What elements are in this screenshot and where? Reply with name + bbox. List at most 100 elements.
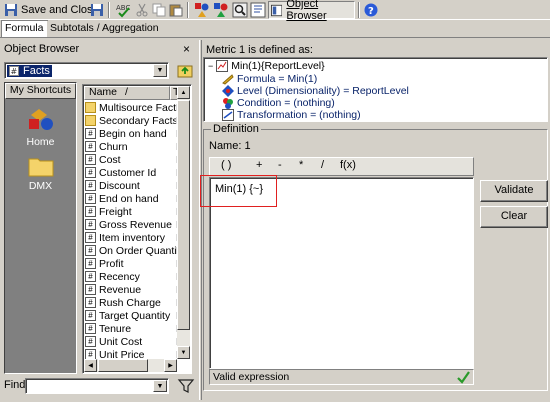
fact-icon: # bbox=[85, 180, 96, 191]
tree-level[interactable]: Level (Dimensionality) = ReportLevel bbox=[222, 85, 409, 97]
divide-button[interactable]: / bbox=[321, 159, 324, 171]
panel-splitter[interactable] bbox=[199, 40, 202, 400]
spell-check-button[interactable]: ABC bbox=[114, 1, 134, 19]
fact-icon: # bbox=[85, 258, 96, 269]
hscroll-thumb[interactable] bbox=[98, 359, 148, 372]
shortcuts-header[interactable]: My Shortcuts bbox=[5, 83, 76, 99]
up-folder-button[interactable] bbox=[177, 62, 194, 79]
tab-formula[interactable]: Formula bbox=[1, 20, 48, 38]
list-item-name: Cost bbox=[99, 153, 121, 166]
fact-icon: # bbox=[85, 271, 96, 282]
list-item[interactable]: Multisource FactsF bbox=[85, 101, 180, 114]
cut-icon bbox=[136, 3, 148, 17]
shortcut-home[interactable]: Home bbox=[5, 105, 76, 148]
properties-button[interactable] bbox=[248, 1, 268, 19]
shortcuts-bar: My Shortcuts Home DMX bbox=[4, 82, 77, 374]
list-item-name: Recency bbox=[99, 270, 140, 283]
list-item[interactable]: #Rush ChargeF bbox=[85, 296, 180, 309]
filter-button[interactable] bbox=[177, 377, 195, 395]
list-item-name: Multisource Facts bbox=[99, 101, 176, 114]
highlight-box bbox=[200, 175, 277, 207]
list-item[interactable]: #End on handF bbox=[85, 192, 180, 205]
list-item[interactable]: #Customer IdF bbox=[85, 166, 180, 179]
list-item[interactable]: #DiscountF bbox=[85, 179, 180, 192]
shortcut-home-label: Home bbox=[26, 136, 55, 148]
fact-icon: # bbox=[85, 310, 96, 321]
list-item[interactable]: #Begin on handF bbox=[85, 127, 180, 140]
save-button[interactable] bbox=[88, 1, 106, 19]
validate-button[interactable]: Validate bbox=[480, 180, 548, 202]
multiply-button[interactable]: * bbox=[299, 159, 303, 171]
save-icon bbox=[91, 4, 103, 16]
dropdown-value: Facts bbox=[23, 65, 50, 77]
save-icon bbox=[5, 4, 17, 16]
list-item[interactable]: #RevenueF bbox=[85, 283, 180, 296]
object-browser-toggle[interactable]: Object Browser bbox=[268, 0, 355, 22]
list-item[interactable]: #ProfitF bbox=[85, 257, 180, 270]
chevron-down-icon[interactable]: ▼ bbox=[153, 380, 167, 392]
list-item[interactable]: #Target QuantityF bbox=[85, 309, 180, 322]
tree-level-label: Level (Dimensionality) = ReportLevel bbox=[237, 85, 409, 97]
list-item-name: Item inventory bbox=[99, 231, 165, 244]
zoom-button[interactable] bbox=[230, 1, 250, 19]
help-icon: ? bbox=[364, 3, 378, 17]
metric-definition-title: Metric 1 is defined as: bbox=[206, 44, 313, 56]
list-item[interactable]: #RecencyF bbox=[85, 270, 180, 283]
list-item[interactable]: #FreightF bbox=[85, 205, 180, 218]
toolbar-separator bbox=[187, 2, 189, 18]
vertical-scrollbar[interactable]: ▲ ▼ bbox=[177, 86, 190, 359]
tree-root[interactable]: − Min(1){ReportLevel} bbox=[208, 60, 325, 72]
list-item-name: Secondary Facts bbox=[99, 114, 176, 127]
list-item[interactable]: #ChurnF bbox=[85, 140, 180, 153]
list-item[interactable]: Secondary FactsF bbox=[85, 114, 180, 127]
list-item[interactable]: #On Order QuantityF bbox=[85, 244, 180, 257]
scroll-right-icon[interactable]: ▶ bbox=[164, 359, 177, 372]
tree-transformation[interactable]: Transformation = (nothing) bbox=[222, 109, 361, 121]
paste-button[interactable] bbox=[167, 1, 185, 19]
close-icon[interactable]: × bbox=[183, 42, 190, 56]
filter-icon bbox=[177, 379, 195, 393]
scroll-up-icon[interactable]: ▲ bbox=[177, 86, 190, 99]
tree-formula[interactable]: Formula = Min(1) bbox=[222, 73, 317, 85]
list-item[interactable]: #Item inventoryF bbox=[85, 231, 180, 244]
list-item-name: Discount bbox=[99, 179, 140, 192]
tree-condition-label: Condition = (nothing) bbox=[237, 97, 335, 109]
help-button[interactable]: ? bbox=[362, 1, 380, 19]
clear-button[interactable]: Clear bbox=[480, 206, 548, 228]
object-list: Name / T Multisource FactsFSecondary Fac… bbox=[82, 84, 192, 374]
column-header-name[interactable]: Name / bbox=[84, 86, 170, 100]
object-browser-label: Object Browser bbox=[286, 0, 327, 22]
scroll-left-icon[interactable]: ◀ bbox=[84, 359, 97, 372]
list-item[interactable]: #Unit CostF bbox=[85, 335, 180, 348]
facts-icon: # bbox=[9, 66, 19, 76]
dropdown-selected: # Facts bbox=[7, 65, 52, 77]
plus-button[interactable]: + bbox=[256, 159, 262, 171]
shortcut-dmx[interactable]: DMX bbox=[5, 155, 76, 192]
scroll-thumb[interactable] bbox=[177, 100, 190, 330]
cut-button[interactable] bbox=[133, 1, 151, 19]
list-item-name: Customer Id bbox=[99, 166, 157, 179]
copy-button[interactable] bbox=[150, 1, 168, 19]
list-item-name: Unit Cost bbox=[99, 335, 143, 348]
collapse-icon[interactable]: − bbox=[208, 61, 213, 71]
attributes-button[interactable] bbox=[211, 1, 231, 19]
fact-icon: # bbox=[85, 284, 96, 295]
scroll-down-icon[interactable]: ▼ bbox=[177, 346, 190, 359]
minus-button[interactable]: - bbox=[278, 159, 282, 171]
spell-check-icon: ABC bbox=[116, 4, 130, 18]
chevron-down-icon[interactable]: ▼ bbox=[153, 64, 167, 77]
parentheses-button[interactable]: ( ) bbox=[221, 159, 231, 171]
find-objects-button[interactable] bbox=[192, 1, 212, 19]
list-item[interactable]: #CostF bbox=[85, 153, 180, 166]
find-input[interactable]: ▼ bbox=[25, 378, 169, 394]
function-button[interactable]: f(x) bbox=[340, 159, 356, 171]
metric-definition-tree: − Min(1){ReportLevel} Formula = Min(1) L… bbox=[203, 57, 548, 122]
object-type-dropdown[interactable]: # Facts ▼ bbox=[4, 62, 169, 79]
main-toolbar: Save and Close ABC Object Browser ? bbox=[0, 0, 550, 22]
list-item[interactable]: #Gross RevenueF bbox=[85, 218, 180, 231]
list-item[interactable]: #TenureF bbox=[85, 322, 180, 335]
save-and-close-button[interactable]: Save and Close bbox=[2, 1, 101, 19]
horizontal-scrollbar[interactable]: ◀ ▶ bbox=[84, 359, 177, 372]
tab-subtotals-aggregation[interactable]: Subtotals / Aggregation bbox=[47, 21, 162, 37]
tree-condition[interactable]: Condition = (nothing) bbox=[222, 97, 335, 109]
